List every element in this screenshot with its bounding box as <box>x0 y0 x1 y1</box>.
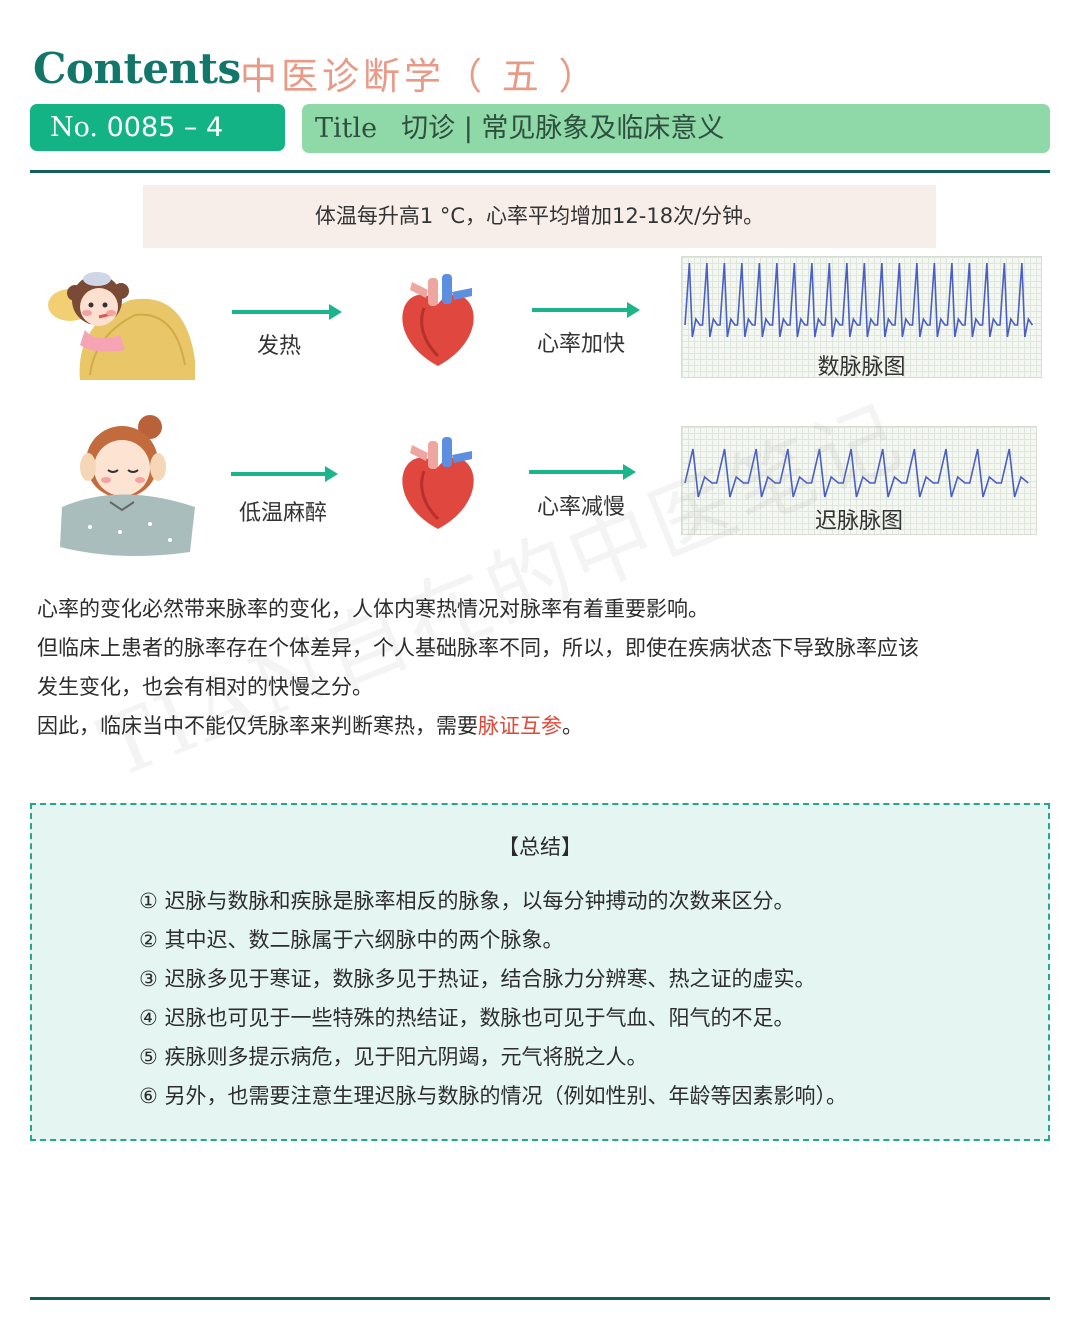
arrow-icon <box>232 304 342 320</box>
title-label: Title <box>315 113 378 144</box>
summary-title: 【总结】 <box>498 835 582 859</box>
summary-item: ① 迟脉与数脉和疾脉是脉率相反的脉象，以每分钟搏动的次数来区分。 <box>139 889 795 913</box>
sick-girl-illustration <box>35 255 200 380</box>
paragraph-3-suffix: 。 <box>562 714 583 738</box>
highlight-term: 脉证互参 <box>478 714 562 738</box>
paragraph-1: 心率的变化必然带来脉率的变化，人体内寒热情况对脉率有着重要影响。 <box>37 597 709 621</box>
sleeping-girl-illustration <box>50 412 200 557</box>
arrow-icon <box>532 302 640 318</box>
summary-item: ③ 迟脉多见于寒证，数脉多见于热证，结合脉力分辨寒、热之证的虚实。 <box>139 967 816 991</box>
cause-label-fever: 发热 <box>256 334 301 359</box>
paragraph-2-line-2: 发生变化，也会有相对的快慢之分。 <box>37 675 373 699</box>
title-text: 切诊 | 常见脉象及临床意义 <box>401 113 725 144</box>
summary-item: ⑥ 另外，也需要注意生理迟脉与数脉的情况（例如性别、年龄等因素影响）。 <box>139 1084 847 1108</box>
arrow-icon <box>231 466 338 482</box>
paragraph-3: 因此，临床当中不能仅凭脉率来判断寒热，需要脉证互参。 <box>37 707 1047 746</box>
issue-number-prefix: No. <box>50 112 98 143</box>
header-divider <box>30 170 1050 173</box>
cause-label-hypothermia: 低温麻醉 <box>238 501 327 526</box>
summary-item: ② 其中迟、数二脉属于六纲脉中的两个脉象。 <box>139 928 564 952</box>
temperature-callout: 体温每升高1 °C，心率平均增加12-18次/分钟。 <box>143 185 936 248</box>
paragraph-2-line-1: 但临床上患者的脉率存在个体差异，个人基础脉率不同，所以，即使在疾病状态下导致脉率… <box>37 636 919 660</box>
heart-icon <box>398 270 478 368</box>
heart-icon <box>398 433 478 531</box>
ecg-trace <box>684 262 1034 338</box>
paragraph-3-prefix: 因此，临床当中不能仅凭脉率来判断寒热，需要 <box>37 714 478 738</box>
summary-box: 【总结】 ① 迟脉与数脉和疾脉是脉率相反的脉象，以每分钟搏动的次数来区分。 ② … <box>30 803 1050 1141</box>
contents-heading: Contents <box>33 44 241 93</box>
subject-title: 中医诊断学（ 五 ） <box>240 55 600 98</box>
title-bar: Title 切诊 | 常见脉象及临床意义 <box>302 104 1050 153</box>
issue-number-badge: No. 0085 – 4 <box>30 104 285 151</box>
footer-divider <box>30 1297 1050 1300</box>
issue-number-value: 0085 – 4 <box>106 112 224 143</box>
summary-item: ⑤ 疾脉则多提示病危，见于阳亢阴竭，元气将脱之人。 <box>139 1045 648 1069</box>
rapid-pulse-ecg: 数脉脉图 <box>681 256 1042 380</box>
effect-label-fast: 心率加快 <box>536 332 625 357</box>
summary-item: ④ 迟脉也可见于一些特殊的热结证，数脉也可见于气血、阳气的不足。 <box>139 1006 795 1030</box>
